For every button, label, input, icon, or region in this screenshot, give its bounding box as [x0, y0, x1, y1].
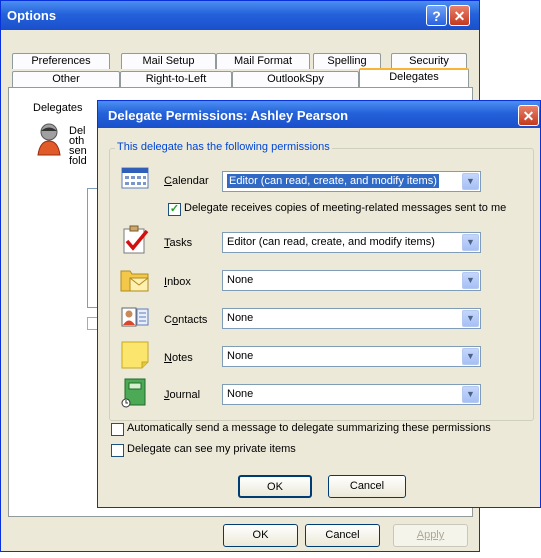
apply-button[interactable]: Apply	[393, 524, 468, 547]
tab-outlookspy[interactable]: OutlookSpy	[232, 71, 359, 87]
inbox-permission-select[interactable]: None ▼	[222, 270, 481, 291]
auto-send-label: Automatically send a message to delegate…	[127, 422, 491, 434]
delegates-description: Del oth sen fold	[69, 126, 87, 167]
options-title-bar[interactable]: Options ? ✕	[1, 1, 479, 30]
options-title: Options	[7, 8, 57, 23]
tab-security[interactable]: Security	[391, 53, 467, 69]
inbox-permission-value: None	[227, 274, 254, 286]
help-button[interactable]: ?	[426, 5, 447, 26]
calendar-icon	[121, 167, 149, 189]
chevron-down-icon[interactable]: ▼	[462, 272, 479, 289]
tab-other[interactable]: Other	[12, 71, 120, 87]
chevron-down-icon[interactable]: ▼	[462, 348, 479, 365]
tab-delegates[interactable]: Delegates	[359, 68, 469, 87]
auto-send-checkbox[interactable]	[111, 423, 124, 436]
private-items-checkbox[interactable]	[111, 444, 124, 457]
contacts-permission-value: None	[227, 312, 254, 324]
journal-permission-select[interactable]: None ▼	[222, 384, 481, 405]
inbox-icon	[120, 270, 149, 292]
tasks-icon	[123, 225, 149, 254]
notes-icon	[121, 341, 149, 369]
tasks-permission-value: Editor (can read, create, and modify ite…	[227, 236, 435, 248]
desc-line-4: fold	[69, 155, 87, 167]
journal-permission-value: None	[227, 388, 254, 400]
cancel-button[interactable]: Cancel	[305, 524, 380, 547]
journal-label: Journal	[164, 389, 201, 401]
tasks-permission-select[interactable]: Editor (can read, create, and modify ite…	[222, 232, 481, 253]
close-button[interactable]: ✕	[449, 5, 470, 26]
apply-label: Apply	[416, 529, 445, 541]
chevron-down-icon[interactable]: ▼	[462, 234, 479, 251]
delegate-permissions-dialog: Delegate Permissions: Ashley Pearson ✕ T…	[97, 100, 541, 508]
dialog-close-button[interactable]: ✕	[518, 105, 539, 126]
chevron-down-icon[interactable]: ▼	[462, 173, 479, 190]
dialog-title: Delegate Permissions: Ashley Pearson	[108, 108, 349, 123]
notes-label: Notes	[164, 352, 193, 364]
dialog-cancel-button[interactable]: Cancel	[328, 475, 406, 498]
private-items-label: Delegate can see my private items	[127, 443, 296, 455]
contacts-label: Contacts	[164, 314, 208, 326]
tab-spelling[interactable]: Spelling	[313, 53, 381, 69]
journal-icon	[121, 378, 146, 408]
delegates-label: Delegates	[33, 102, 83, 114]
tab-mail-format[interactable]: Mail Format	[216, 53, 310, 69]
tab-right-to-left[interactable]: Right-to-Left	[120, 71, 232, 87]
calendar-label: Calendar	[164, 175, 209, 187]
contacts-permission-select[interactable]: None ▼	[222, 308, 481, 329]
notes-permission-value: None	[227, 350, 254, 362]
meeting-copies-label: Delegate receives copies of meeting-rela…	[184, 202, 507, 214]
tasks-label: Tasks	[164, 237, 193, 249]
calendar-permission-value: Editor (can read, create, and modify ite…	[227, 174, 439, 188]
calendar-permission-select[interactable]: Editor (can read, create, and modify ite…	[222, 171, 481, 192]
tab-preferences[interactable]: Preferences	[12, 53, 110, 69]
chevron-down-icon[interactable]: ▼	[462, 386, 479, 403]
tab-mail-setup[interactable]: Mail Setup	[121, 53, 216, 69]
delegate-person-icon	[37, 123, 61, 156]
permissions-group-label: This delegate has the following permissi…	[115, 141, 332, 153]
dialog-title-bar[interactable]: Delegate Permissions: Ashley Pearson ✕	[98, 101, 540, 128]
notes-permission-select[interactable]: None ▼	[222, 346, 481, 367]
dialog-ok-button[interactable]: OK	[238, 475, 312, 498]
chevron-down-icon[interactable]: ▼	[462, 310, 479, 327]
inbox-label: Inbox	[164, 276, 191, 288]
ok-button[interactable]: OK	[223, 524, 298, 547]
meeting-copies-checkbox[interactable]: ✓	[168, 203, 181, 216]
contacts-icon	[121, 307, 149, 327]
